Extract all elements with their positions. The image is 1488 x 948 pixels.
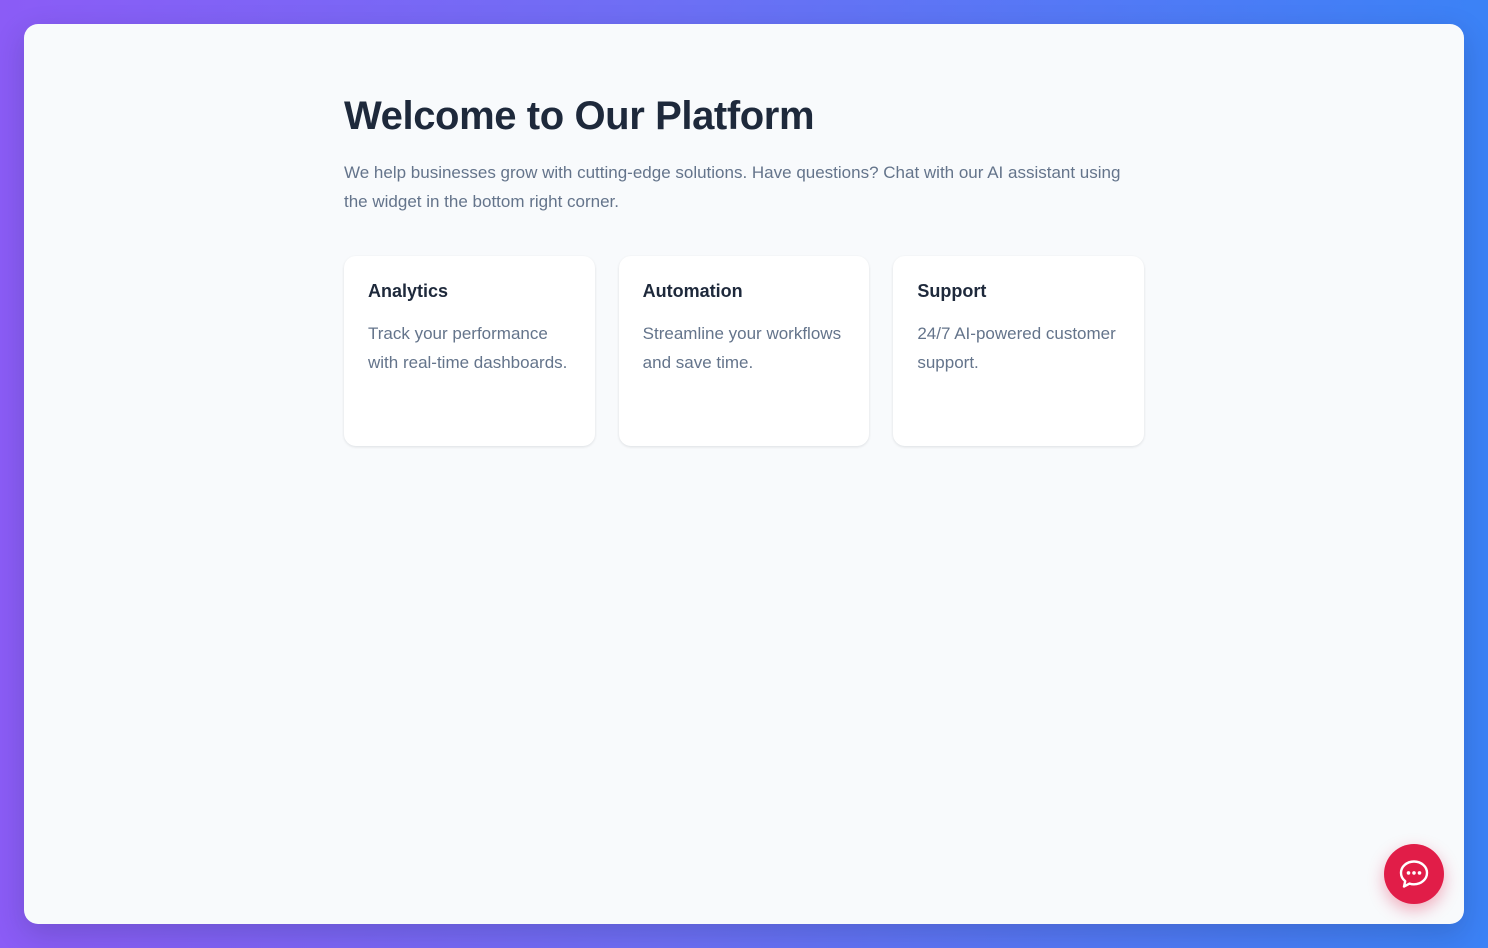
feature-card-title: Automation — [642, 281, 743, 301]
chat-bubble-icon — [1399, 860, 1429, 888]
page-title: Welcome to Our Platform — [344, 94, 815, 138]
feature-card-title: Support — [917, 281, 987, 301]
feature-card-analytics: Analytics Track your performance with re… — [344, 256, 595, 446]
feature-card-description: Streamline your workflows and save time. — [642, 324, 842, 372]
feature-card-automation: Automation Streamline your workflows and… — [618, 256, 870, 446]
feature-card-description: 24/7 AI-powered customer support. — [917, 324, 1116, 372]
chat-widget-button[interactable] — [1384, 844, 1444, 904]
feature-card-title: Analytics — [368, 281, 449, 301]
feature-card-support: Support 24/7 AI-powered customer support… — [893, 256, 1145, 446]
feature-cards: Analytics Track your performance with re… — [344, 256, 1145, 446]
page-window: Welcome to Our Platform We help business… — [24, 24, 1464, 924]
main-content: Welcome to Our Platform We help business… — [344, 92, 1145, 446]
intro-text: We help businesses grow with cutting-edg… — [344, 163, 1121, 211]
feature-card-description: Track your performance with real-time da… — [368, 324, 568, 372]
